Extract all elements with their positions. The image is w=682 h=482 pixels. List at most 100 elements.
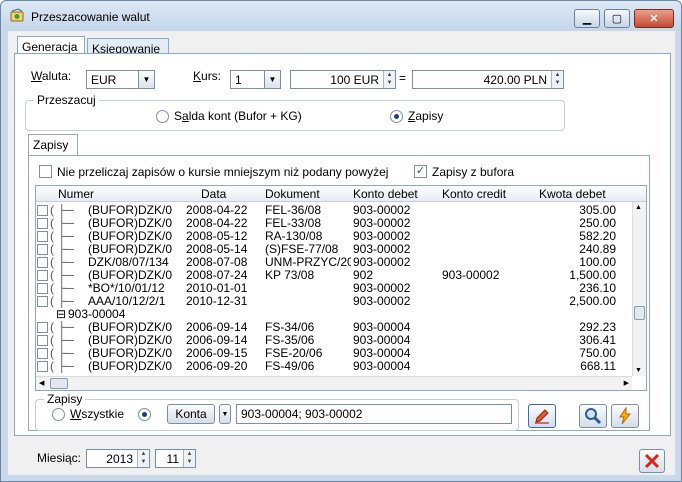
chevron-down-icon: ▼ xyxy=(221,410,229,418)
tree-line: ( ├─ xyxy=(50,230,75,243)
table-row[interactable]: ( ├─ (BUFOR)DZK/0 2006-09-20 FS-49/06 903-00… xyxy=(36,360,634,373)
month-input[interactable]: 11 ▲ ▼ xyxy=(155,449,196,468)
nie-przeliczaj-checkbox[interactable] xyxy=(39,165,52,178)
vertical-scroll-thumb[interactable] xyxy=(634,306,645,320)
cancel-button[interactable] xyxy=(639,449,665,473)
chevron-down-icon[interactable]: ▼ xyxy=(264,71,280,88)
col-konto-debet[interactable]: Konto debet xyxy=(353,187,418,201)
konta-button[interactable]: Konta xyxy=(167,404,215,424)
table-row[interactable]: ( ├─ (BUFOR)DZK/0 2008-04-22 FEL-33/08 903-0… xyxy=(36,217,634,230)
wszystkie-radio[interactable] xyxy=(52,408,65,421)
spin-arrows-icon[interactable]: ▲ ▼ xyxy=(137,450,149,467)
cell-numer: DZK/08/07/134 xyxy=(88,256,169,269)
vertical-scrollbar[interactable]: ▲ ▼ xyxy=(632,202,646,376)
row-checkbox[interactable] xyxy=(37,283,48,294)
row-checkbox[interactable] xyxy=(37,348,48,359)
zapisy-z-bufora-checkbox[interactable]: ✓ xyxy=(414,165,427,178)
generate-button[interactable] xyxy=(611,404,639,428)
title-bar: Przeszacowanie walut ▁ ▢ ✕ xyxy=(1,1,681,31)
group-row[interactable]: ⊟ 903-00004 xyxy=(36,308,634,321)
table-row[interactable]: ( ├─ (BUFOR)DZK/0 2008-05-14 (S)FSE-77/08 90… xyxy=(36,243,634,256)
spin-arrows-icon[interactable]: ▲ ▼ xyxy=(183,450,195,467)
salda-kont-label[interactable]: Salda kont (Bufor + KG) xyxy=(174,109,302,123)
scroll-left-icon[interactable]: ◀ xyxy=(39,379,44,387)
spin-arrows-icon[interactable]: ▲ ▼ xyxy=(383,71,395,88)
horizontal-scroll-thumb[interactable] xyxy=(50,378,68,389)
close-window-button[interactable]: ✕ xyxy=(634,9,674,28)
table-row[interactable]: ( ├─ AAA/10/12/2/1 2010-12-31 903-00002 2,50… xyxy=(36,295,634,308)
col-dokument[interactable]: Dokument xyxy=(265,187,320,201)
scroll-up-icon[interactable]: ▲ xyxy=(635,204,642,211)
tree-line: ( ├─ xyxy=(50,360,75,373)
row-checkbox[interactable] xyxy=(37,218,48,229)
waluta-label: Waluta: xyxy=(31,69,72,83)
amount-input[interactable]: 100 EUR ▲ ▼ xyxy=(290,70,396,89)
minimize-button[interactable]: ▁ xyxy=(574,9,600,28)
edit-button[interactable] xyxy=(528,404,556,428)
table-row[interactable]: ( ├─ (BUFOR)DZK/0 2006-09-15 FSE-20/06 903-0… xyxy=(36,347,634,360)
cell-konto-debet: 903-00004 xyxy=(353,334,411,347)
cell-data: 2010-12-31 xyxy=(186,295,248,308)
waluta-value: EUR xyxy=(91,73,117,87)
year-value: 2013 xyxy=(106,452,133,466)
row-checkbox[interactable] xyxy=(37,257,48,268)
filter-title: Zapisy xyxy=(44,392,86,406)
col-numer[interactable]: Numer xyxy=(58,187,94,201)
cell-dokument: FS-35/06 xyxy=(265,334,315,347)
row-checkbox[interactable] xyxy=(37,296,48,307)
row-checkbox[interactable] xyxy=(37,244,48,255)
spin-arrows-icon[interactable]: ▲ ▼ xyxy=(551,71,563,88)
pencil-icon xyxy=(535,409,549,424)
cell-data: 2008-05-14 xyxy=(186,243,248,256)
col-kwota-debet[interactable]: Kwota debet xyxy=(539,187,606,201)
horizontal-scrollbar[interactable]: ◀ ▶ xyxy=(36,376,632,390)
maximize-button[interactable]: ▢ xyxy=(604,9,630,28)
cell-kwota: 2,500.00 xyxy=(569,295,616,308)
row-checkbox[interactable] xyxy=(37,361,48,372)
chevron-down-icon[interactable]: ▼ xyxy=(138,71,154,88)
cell-data: 2006-09-14 xyxy=(186,321,248,334)
row-checkbox[interactable] xyxy=(37,205,48,216)
table-row[interactable]: ( ├─ (BUFOR)DZK/0 2008-04-22 FEL-36/08 903-0… xyxy=(36,204,634,217)
cell-numer: (BUFOR)DZK/0 xyxy=(88,347,172,360)
wszystkie-label[interactable]: Wszystkie xyxy=(70,407,124,421)
zapisy-z-bufora-label[interactable]: Zapisy z bufora xyxy=(432,165,514,179)
result-input[interactable]: 420.00 PLN ▲ ▼ xyxy=(412,70,564,89)
row-checkbox[interactable] xyxy=(37,322,48,333)
zapisy-radio-label[interactable]: Zapisy xyxy=(408,109,443,123)
konta-radio[interactable] xyxy=(138,408,151,421)
kurs-select[interactable]: 1 ▼ xyxy=(230,70,281,89)
cell-kwota: 1,500.00 xyxy=(569,269,616,282)
konta-dropdown-button[interactable]: ▼ xyxy=(219,404,231,424)
kurs-value: 1 xyxy=(235,73,242,87)
records-grid[interactable]: Numer Data Dokument Konto debet Konto cr… xyxy=(35,185,647,391)
table-row[interactable]: ( ├─ (BUFOR)DZK/0 2008-07-24 KP 73/08 902 903… xyxy=(36,269,634,282)
cell-data: 2008-07-24 xyxy=(186,269,248,282)
row-checkbox[interactable] xyxy=(37,270,48,281)
year-input[interactable]: 2013 ▲ ▼ xyxy=(86,449,150,468)
tree-line: ( ├─ xyxy=(50,256,75,269)
cell-kwota: 305.00 xyxy=(579,204,616,217)
zapisy-radio[interactable] xyxy=(390,110,403,123)
table-row[interactable]: ( ├─ (BUFOR)DZK/0 2006-09-14 FS-35/06 903-00… xyxy=(36,334,634,347)
col-data[interactable]: Data xyxy=(201,187,226,201)
col-konto-credit[interactable]: Konto credit xyxy=(442,187,506,201)
salda-kont-radio[interactable] xyxy=(156,110,169,123)
preview-button[interactable] xyxy=(579,404,607,428)
cell-konto-debet: 903-00002 xyxy=(353,295,411,308)
table-row[interactable]: ( ├─ *BO*/10/01/12 2010-01-01 903-00002 236.… xyxy=(36,282,634,295)
amount-value: 100 EUR xyxy=(330,73,379,87)
konta-input[interactable]: 903-00004; 903-00002 xyxy=(236,404,512,424)
nie-przeliczaj-label[interactable]: Nie przeliczaj zapisów o kursie mniejszy… xyxy=(57,165,388,179)
subtab-zapisy[interactable]: Zapisy xyxy=(28,134,78,156)
scroll-down-icon[interactable]: ▼ xyxy=(635,367,642,374)
table-row[interactable]: ( ├─ (BUFOR)DZK/0 2008-05-12 RA-130/08 903-0… xyxy=(36,230,634,243)
table-row[interactable]: ( ├─ (BUFOR)DZK/0 2006-09-14 FS-34/06 903-00… xyxy=(36,321,634,334)
row-checkbox[interactable] xyxy=(37,335,48,346)
collapse-icon[interactable]: ⊟ xyxy=(56,308,66,321)
cell-dokument: (S)FSE-77/08 xyxy=(265,243,339,256)
waluta-select[interactable]: EUR ▼ xyxy=(86,70,155,89)
scroll-right-icon[interactable]: ▶ xyxy=(624,379,629,387)
table-row[interactable]: ( ├─ DZK/08/07/134 2008-07-08 UNM-PRZYC/20 9… xyxy=(36,256,634,269)
row-checkbox[interactable] xyxy=(37,231,48,242)
